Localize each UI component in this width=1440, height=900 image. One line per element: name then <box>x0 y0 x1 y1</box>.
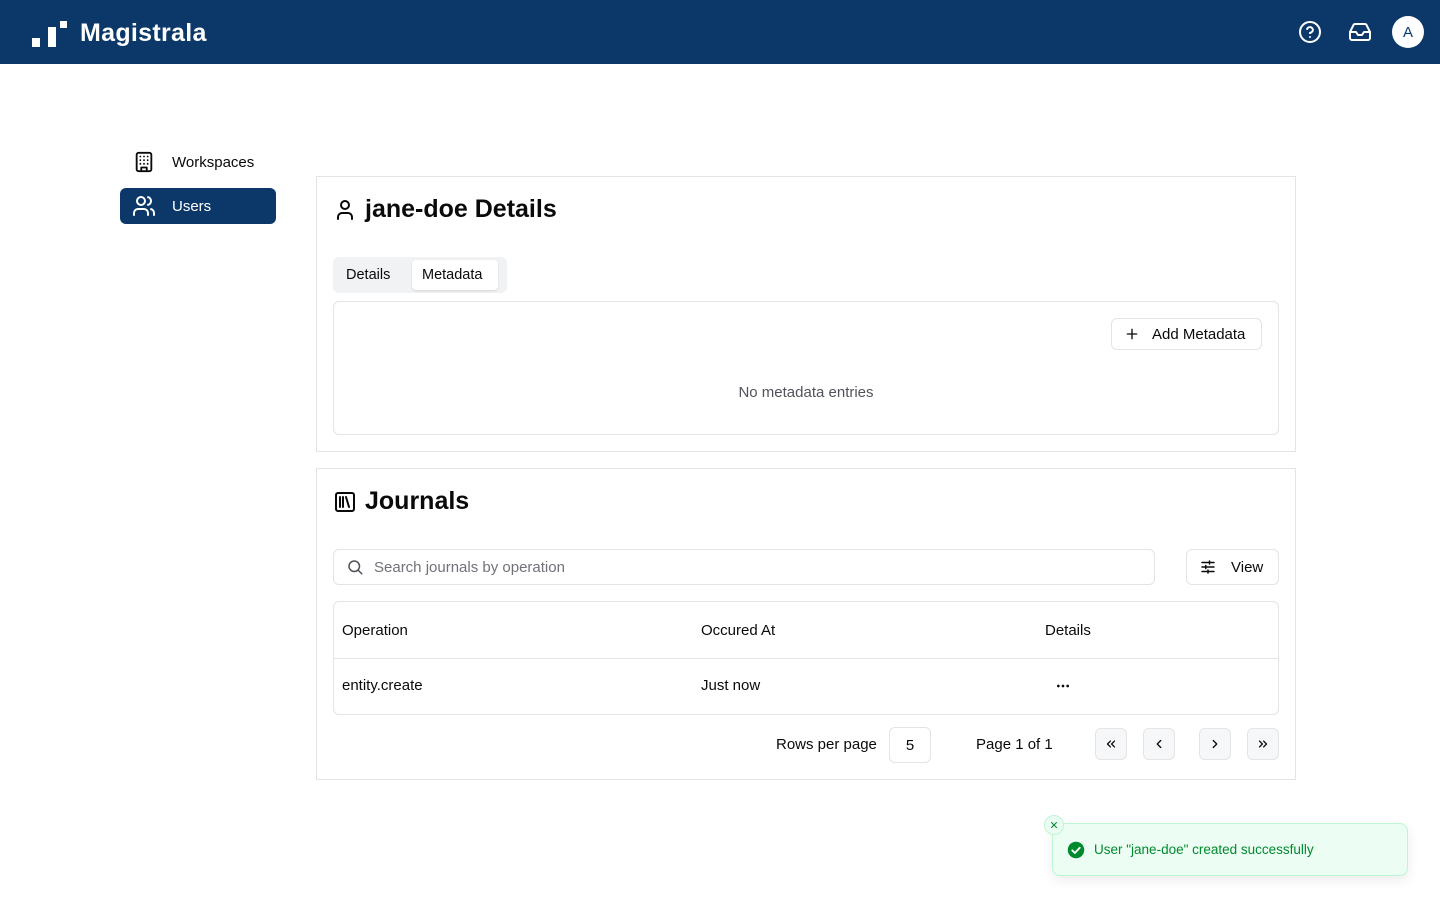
sliders-icon <box>1199 558 1217 576</box>
empty-metadata-message: No metadata entries <box>738 384 874 401</box>
chevron-left-icon <box>1152 737 1166 751</box>
inbox-icon[interactable] <box>1346 18 1374 46</box>
page-title-text: jane-doe Details <box>365 195 557 223</box>
toast-message: User "jane-doe" created successfully <box>1094 842 1314 857</box>
close-icon[interactable] <box>1044 815 1064 835</box>
check-circle-icon <box>1067 841 1085 859</box>
cell-occurred-at: Just now <box>701 677 761 694</box>
sidebar-item-workspaces[interactable]: Workspaces <box>120 144 276 180</box>
view-label: View <box>1231 558 1264 576</box>
sidebar-item-label: Workspaces <box>172 153 255 171</box>
chevrons-left-icon <box>1104 737 1118 751</box>
previous-page-button[interactable] <box>1143 728 1175 760</box>
journal-icon <box>333 490 357 514</box>
building-icon <box>132 150 156 174</box>
app-logo[interactable]: Magistrala <box>32 18 207 48</box>
journals-table: Operation Occured At Details entity.crea… <box>333 601 1279 715</box>
add-metadata-button[interactable]: Add Metadata <box>1111 318 1262 350</box>
search-input[interactable] <box>374 558 1134 576</box>
top-navigation-bar: Magistrala A <box>0 0 1440 64</box>
table-divider <box>334 658 1278 659</box>
user-avatar[interactable]: A <box>1392 16 1424 48</box>
detail-tabs: Details Metadata <box>333 257 507 293</box>
column-header-details: Details <box>1045 622 1091 639</box>
user-details-card: jane-doe Details Details Metadata Add Me… <box>316 176 1296 452</box>
magistrala-logo-mark <box>32 21 67 47</box>
tab-details[interactable]: Details <box>336 260 412 290</box>
journal-search <box>333 549 1155 585</box>
search-icon <box>346 558 364 576</box>
user-icon <box>333 198 357 222</box>
add-metadata-label: Add Metadata <box>1152 325 1246 343</box>
rows-per-page-select[interactable]: 5 <box>889 727 931 763</box>
journals-title-text: Journals <box>365 487 470 515</box>
tab-metadata[interactable]: Metadata <box>412 260 498 290</box>
journals-title: Journals <box>333 487 469 516</box>
rows-per-page-label: Rows per page <box>776 736 877 753</box>
sidebar-item-label: Users <box>172 197 212 215</box>
page-info: Page 1 of 1 <box>976 736 1053 753</box>
next-page-button[interactable] <box>1199 728 1231 760</box>
success-toast: User "jane-doe" created successfully <box>1044 815 1408 876</box>
first-page-button[interactable] <box>1095 728 1127 760</box>
column-header-occurred-at[interactable]: Occured At <box>701 622 775 639</box>
chevrons-right-icon <box>1256 737 1270 751</box>
app-name: Magistrala <box>80 18 207 47</box>
cell-operation: entity.create <box>342 677 423 694</box>
users-icon <box>132 194 156 218</box>
more-options-icon[interactable] <box>1050 676 1076 696</box>
view-options-button[interactable]: View <box>1186 549 1279 585</box>
journals-card: Journals View Operation Occured At Detai… <box>316 468 1296 780</box>
metadata-panel: Add Metadata No metadata entries <box>333 301 1279 435</box>
help-circle-icon[interactable] <box>1296 18 1324 46</box>
column-header-operation[interactable]: Operation <box>342 622 408 639</box>
sidebar-item-users[interactable]: Users <box>120 188 276 224</box>
last-page-button[interactable] <box>1247 728 1279 760</box>
chevron-right-icon <box>1208 737 1222 751</box>
plus-icon <box>1124 326 1140 342</box>
page-title: jane-doe Details <box>333 195 557 224</box>
